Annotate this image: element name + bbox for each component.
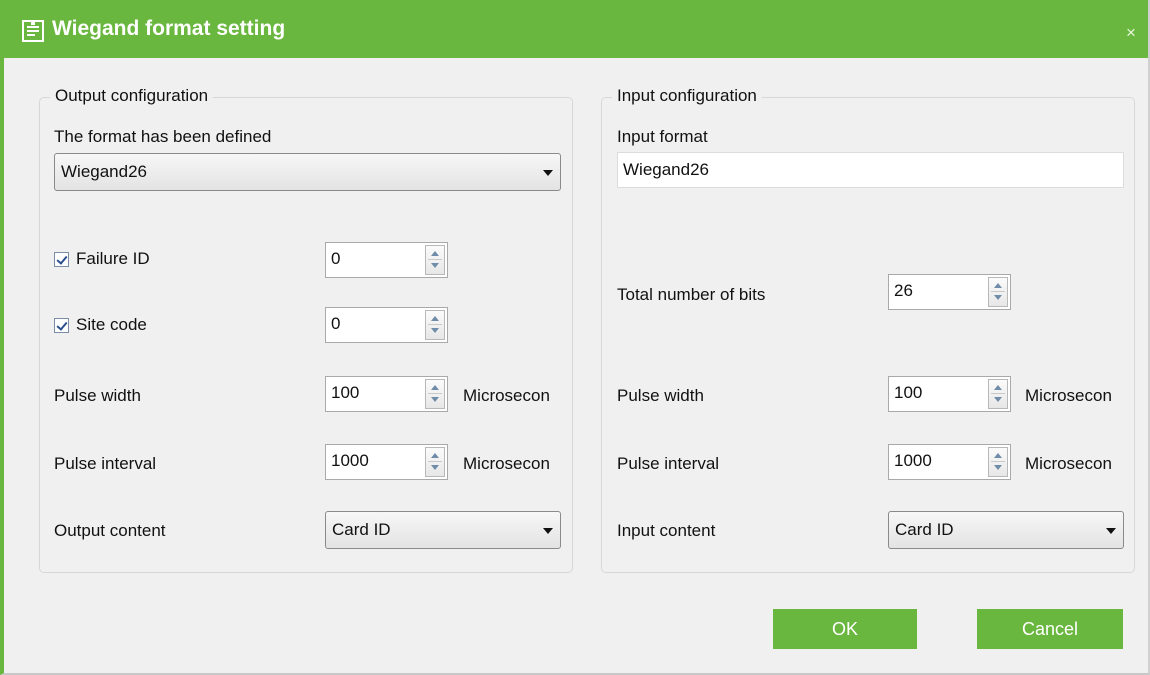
output-pulse-width-unit: Microsecon (463, 386, 550, 405)
spin-down-icon[interactable] (994, 397, 1002, 402)
spin-up-icon[interactable] (994, 453, 1002, 458)
spin-down-icon[interactable] (431, 263, 439, 268)
spin-up-icon[interactable] (994, 283, 1002, 288)
input-format-field[interactable]: Wiegand26 (617, 152, 1124, 188)
ok-button[interactable]: OK (773, 609, 917, 649)
spin-up-icon[interactable] (431, 251, 439, 256)
defined-format-select[interactable]: Wiegand26 (54, 153, 561, 191)
input-pulse-interval-unit: Microsecon (1025, 454, 1112, 473)
spin-down-icon[interactable] (994, 295, 1002, 300)
spinner-buttons[interactable] (425, 310, 445, 340)
output-pulse-interval-spinner[interactable]: 1000 (325, 444, 448, 480)
spin-down-icon[interactable] (431, 465, 439, 470)
input-content-value: Card ID (895, 520, 954, 539)
spin-up-icon[interactable] (994, 385, 1002, 390)
input-pulse-interval-spinner[interactable]: 1000 (888, 444, 1011, 480)
dialog-title: Wiegand format setting (52, 17, 286, 40)
spinner-buttons[interactable] (988, 447, 1008, 477)
input-group-title: Input configuration (612, 86, 762, 106)
defined-format-value: Wiegand26 (61, 162, 148, 181)
spinner-buttons[interactable] (425, 447, 445, 477)
failure-id-label: Failure ID (76, 249, 150, 268)
output-content-value: Card ID (332, 520, 391, 539)
spin-down-icon[interactable] (994, 465, 1002, 470)
site-code-value: 0 (331, 314, 341, 333)
output-pulse-width-value: 100 (331, 383, 360, 402)
close-icon[interactable]: × (1126, 23, 1136, 43)
total-bits-spinner[interactable]: 26 (888, 274, 1011, 310)
form-settings-icon (22, 20, 44, 42)
spinner-buttons[interactable] (988, 277, 1008, 307)
spinner-buttons[interactable] (425, 245, 445, 275)
input-content-label: Input content (617, 521, 716, 540)
spinner-buttons[interactable] (425, 379, 445, 409)
input-pulse-width-label: Pulse width (617, 386, 704, 405)
defined-format-label: The format has been defined (54, 127, 272, 146)
site-code-label: Site code (76, 315, 147, 334)
output-pulse-width-spinner[interactable]: 100 (325, 376, 448, 412)
output-content-label: Output content (54, 521, 166, 540)
input-pulse-width-unit: Microsecon (1025, 386, 1112, 405)
spin-down-icon[interactable] (431, 328, 439, 333)
output-group-title: Output configuration (50, 86, 214, 106)
input-format-label: Input format (617, 127, 708, 146)
title-bar[interactable]: Wiegand format setting × (4, 0, 1148, 58)
checkmark-icon (56, 319, 68, 331)
input-content-select[interactable]: Card ID (888, 511, 1124, 549)
chevron-down-icon (1106, 528, 1116, 534)
input-pulse-interval-value: 1000 (894, 451, 932, 470)
checkmark-icon (56, 253, 68, 265)
output-pulse-interval-unit: Microsecon (463, 454, 550, 473)
spin-up-icon[interactable] (431, 316, 439, 321)
spin-up-icon[interactable] (431, 385, 439, 390)
failure-id-spinner[interactable]: 0 (325, 242, 448, 278)
output-pulse-interval-value: 1000 (331, 451, 369, 470)
cancel-button[interactable]: Cancel (977, 609, 1123, 649)
output-pulse-interval-label: Pulse interval (54, 454, 157, 473)
site-code-spinner[interactable]: 0 (325, 307, 448, 343)
total-bits-label: Total number of bits (617, 285, 766, 304)
output-content-select[interactable]: Card ID (325, 511, 561, 549)
chevron-down-icon (543, 528, 553, 534)
output-pulse-width-label: Pulse width (54, 386, 141, 405)
input-pulse-width-value: 100 (894, 383, 923, 402)
total-bits-value: 26 (894, 281, 913, 300)
spin-up-icon[interactable] (431, 453, 439, 458)
input-format-value: Wiegand26 (623, 160, 710, 179)
spinner-buttons[interactable] (988, 379, 1008, 409)
wiegand-format-dialog: Wiegand format setting × Output configur… (0, 0, 1150, 675)
failure-id-value: 0 (331, 249, 341, 268)
failure-id-checkbox[interactable] (54, 252, 69, 267)
site-code-checkbox[interactable] (54, 318, 69, 333)
chevron-down-icon (543, 170, 553, 176)
input-pulse-interval-label: Pulse interval (617, 454, 720, 473)
input-pulse-width-spinner[interactable]: 100 (888, 376, 1011, 412)
spin-down-icon[interactable] (431, 397, 439, 402)
